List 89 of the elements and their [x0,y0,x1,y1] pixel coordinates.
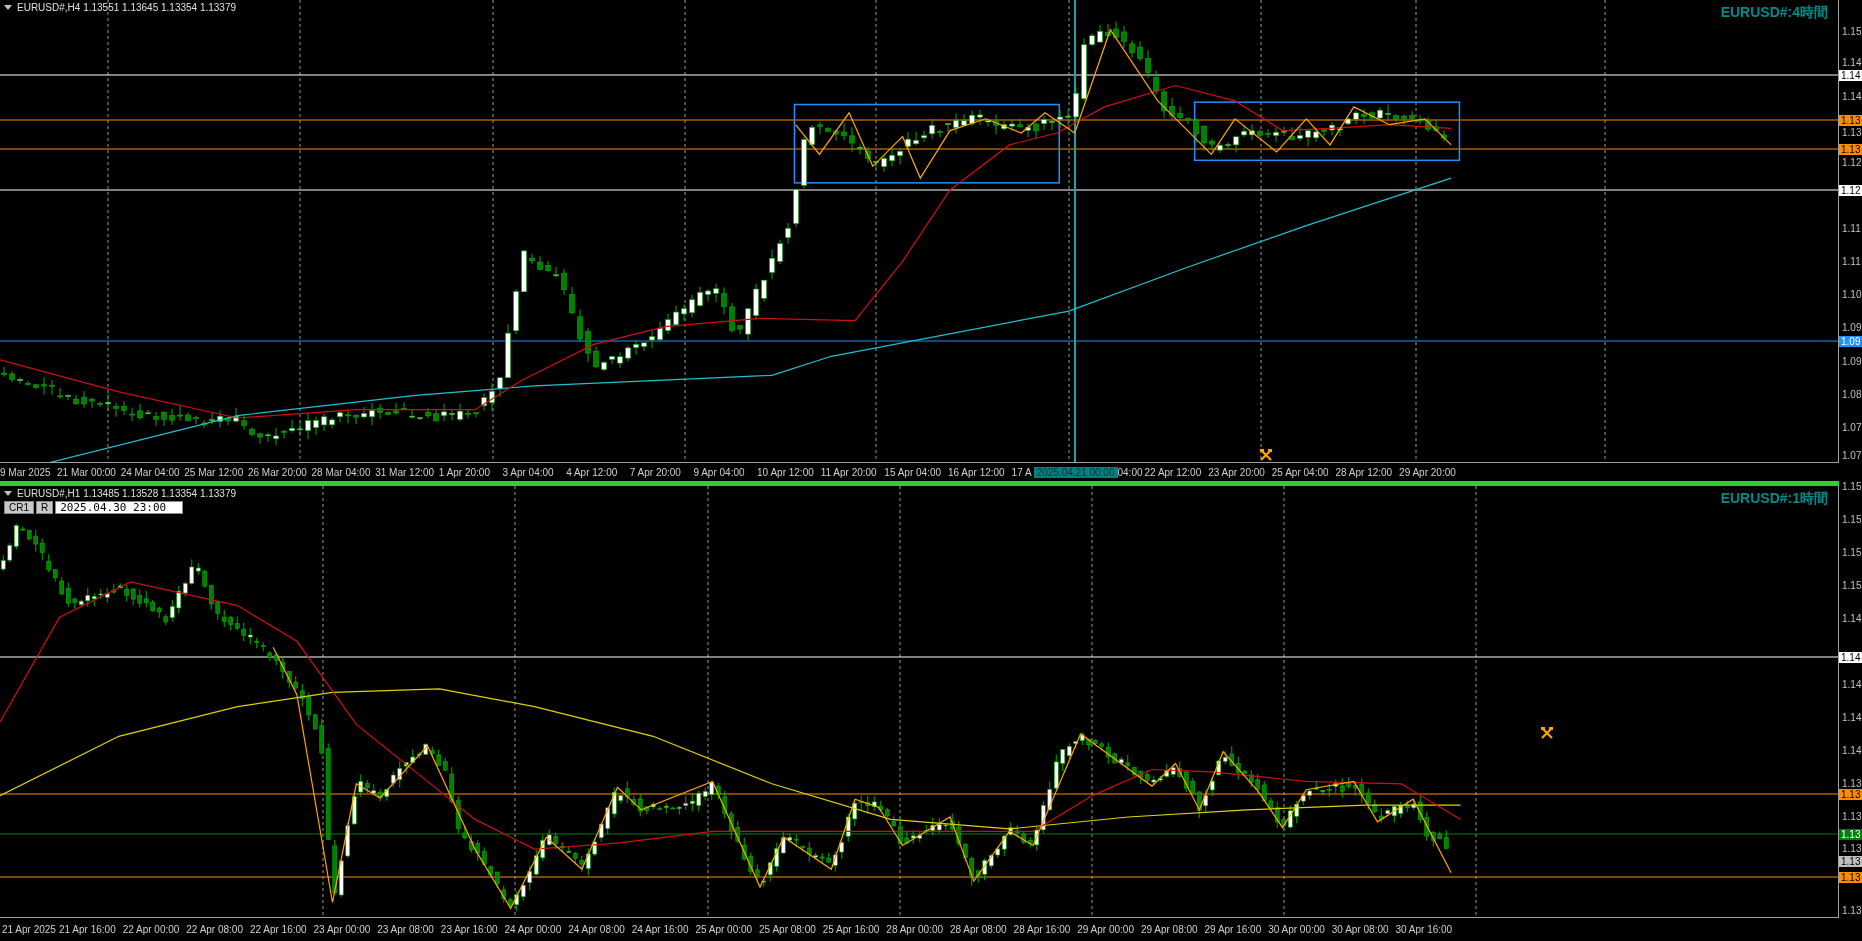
time-label: 24 Apr 08:00 [568,924,626,935]
price-label: 1.14 [1842,680,1862,690]
time-label: 29 Apr 00:00 [1077,924,1135,935]
chart-title: EURUSD#:4時間 [1720,4,1828,22]
time-label: 29 Apr 20:00 [1399,466,1457,478]
time-label: 7 Apr 20:00 [629,466,682,478]
time-label: 24 Apr 00:00 [504,924,563,935]
symbol-info: EURUSD#,H1 1.13485 1.13528 1.13354 1.13379 [17,488,237,499]
price-label: 1.14 [1842,713,1862,723]
price-tag: 1.13 [1839,872,1862,883]
time-label: 30 Apr 08:00 [1331,924,1390,935]
time-label: 25 Apr 00:00 [695,924,754,935]
price-label: 1.07 [1842,423,1862,433]
time-label: 30 Apr 00:00 [1268,924,1326,935]
price-label: 1.13 [1842,779,1862,789]
price-label: 1.15 [1842,581,1862,591]
price-label: 1.11 [1842,257,1861,267]
price-tag: 1.13 [1839,829,1862,840]
time-label: 28 Apr 08:00 [949,924,1008,935]
price-label: 1.07 [1842,451,1862,461]
time-label: 28 Apr 16:00 [1013,924,1072,935]
price-label: 1.09 [1842,323,1862,333]
price-label: 1.13 [1842,844,1862,854]
price-label: 1.14 [1842,614,1862,624]
chart-title: EURUSD#:1時間 [1720,490,1828,508]
price-label: 1.15 [1842,548,1862,558]
price-tag: 1.14 [1839,652,1862,663]
date-field[interactable]: 2025.04.30 23:00 [55,501,184,514]
time-label: 21 Apr 16:00 [59,924,117,935]
price-label: 1.15 [1842,482,1862,492]
price-label: 1.15 [1842,515,1862,525]
price-label: 1.09 [1842,357,1862,367]
price-tag: 1.13 [1839,144,1862,155]
chart-button[interactable]: CR1 [4,501,34,514]
time-label: 10 Apr 12:00 [757,466,815,478]
price-label: 1.12 [1842,158,1862,168]
time-label: 9 Apr 04:00 [693,466,746,478]
time-highlight: 2025.04.21 00:00 [1033,466,1118,478]
time-label: 04:00 [1117,466,1144,478]
time-label: 25 Apr 04:00 [1271,466,1330,478]
time-label: 9 Mar 2025 [0,466,52,478]
time-label: 29 Apr 08:00 [1140,924,1199,935]
time-label: 1 Apr 20:00 [438,466,491,478]
price-label: 1.13 [1842,812,1862,822]
price-tag: 1.13 [1839,856,1862,867]
time-label: 29 Apr 16:00 [1204,924,1263,935]
time-label: 11 Apr 20:00 [820,466,878,478]
price-label: 1.10 [1842,290,1862,300]
price-label: 1.14 [1842,92,1862,102]
time-label: 30 Apr 16:00 [1395,924,1454,935]
chart-button[interactable]: R [36,501,54,514]
time-label: 25 Mar 12:00 [184,466,245,478]
price-label: 1.13 [1842,906,1862,916]
price-tag: 1.13 [1839,789,1862,800]
price-tag: 1.09 [1839,336,1862,347]
time-label: 23 Apr 08:00 [377,924,435,935]
time-label: 25 Apr 08:00 [759,924,817,935]
time-label: 21 Mar 00:00 [57,466,117,478]
time-label: 17 A [1011,466,1033,478]
time-label: 23 Apr 20:00 [1208,466,1266,478]
symbol-info: EURUSD#,H4 1.13551 1.13645 1.13354 1.13379 [17,2,237,13]
time-label: 23 Apr 16:00 [440,924,499,935]
price-label: 1.13 [1842,128,1862,138]
time-label: 26 Mar 20:00 [247,466,308,478]
time-label: 3 Apr 04:00 [502,466,555,478]
time-label: 24 Apr 16:00 [631,924,690,935]
price-label: 1.11 [1842,224,1861,234]
time-label: 22 Apr 16:00 [249,924,308,935]
time-label: 24 Mar 04:00 [120,466,181,478]
price-label: 1.15 [1842,27,1862,37]
price-tag: 1.14 [1839,70,1862,81]
time-label: 22 Apr 12:00 [1144,466,1203,478]
time-label: 28 Mar 04:00 [311,466,372,478]
time-label: 28 Apr 12:00 [1335,466,1394,478]
price-tag: 1.12 [1839,185,1862,196]
time-label: 28 Apr 00:00 [886,924,945,935]
time-label: 15 Apr 04:00 [884,466,943,478]
price-tag: 1.13 [1839,115,1862,126]
time-label: 22 Apr 08:00 [186,924,244,935]
price-label: 1.14 [1842,746,1862,756]
time-label: 21 Apr 2025 [2,924,57,935]
time-label: 22 Apr 00:00 [122,924,181,935]
time-label: 25 Apr 16:00 [822,924,881,935]
time-label: 31 Mar 12:00 [375,466,436,478]
time-label: 4 Apr 12:00 [566,466,619,478]
price-label: 1.08 [1842,390,1862,400]
time-label: 23 Apr 00:00 [313,924,372,935]
price-label: 1.14 [1842,58,1862,68]
time-label: 16 Apr 12:00 [947,466,1006,478]
